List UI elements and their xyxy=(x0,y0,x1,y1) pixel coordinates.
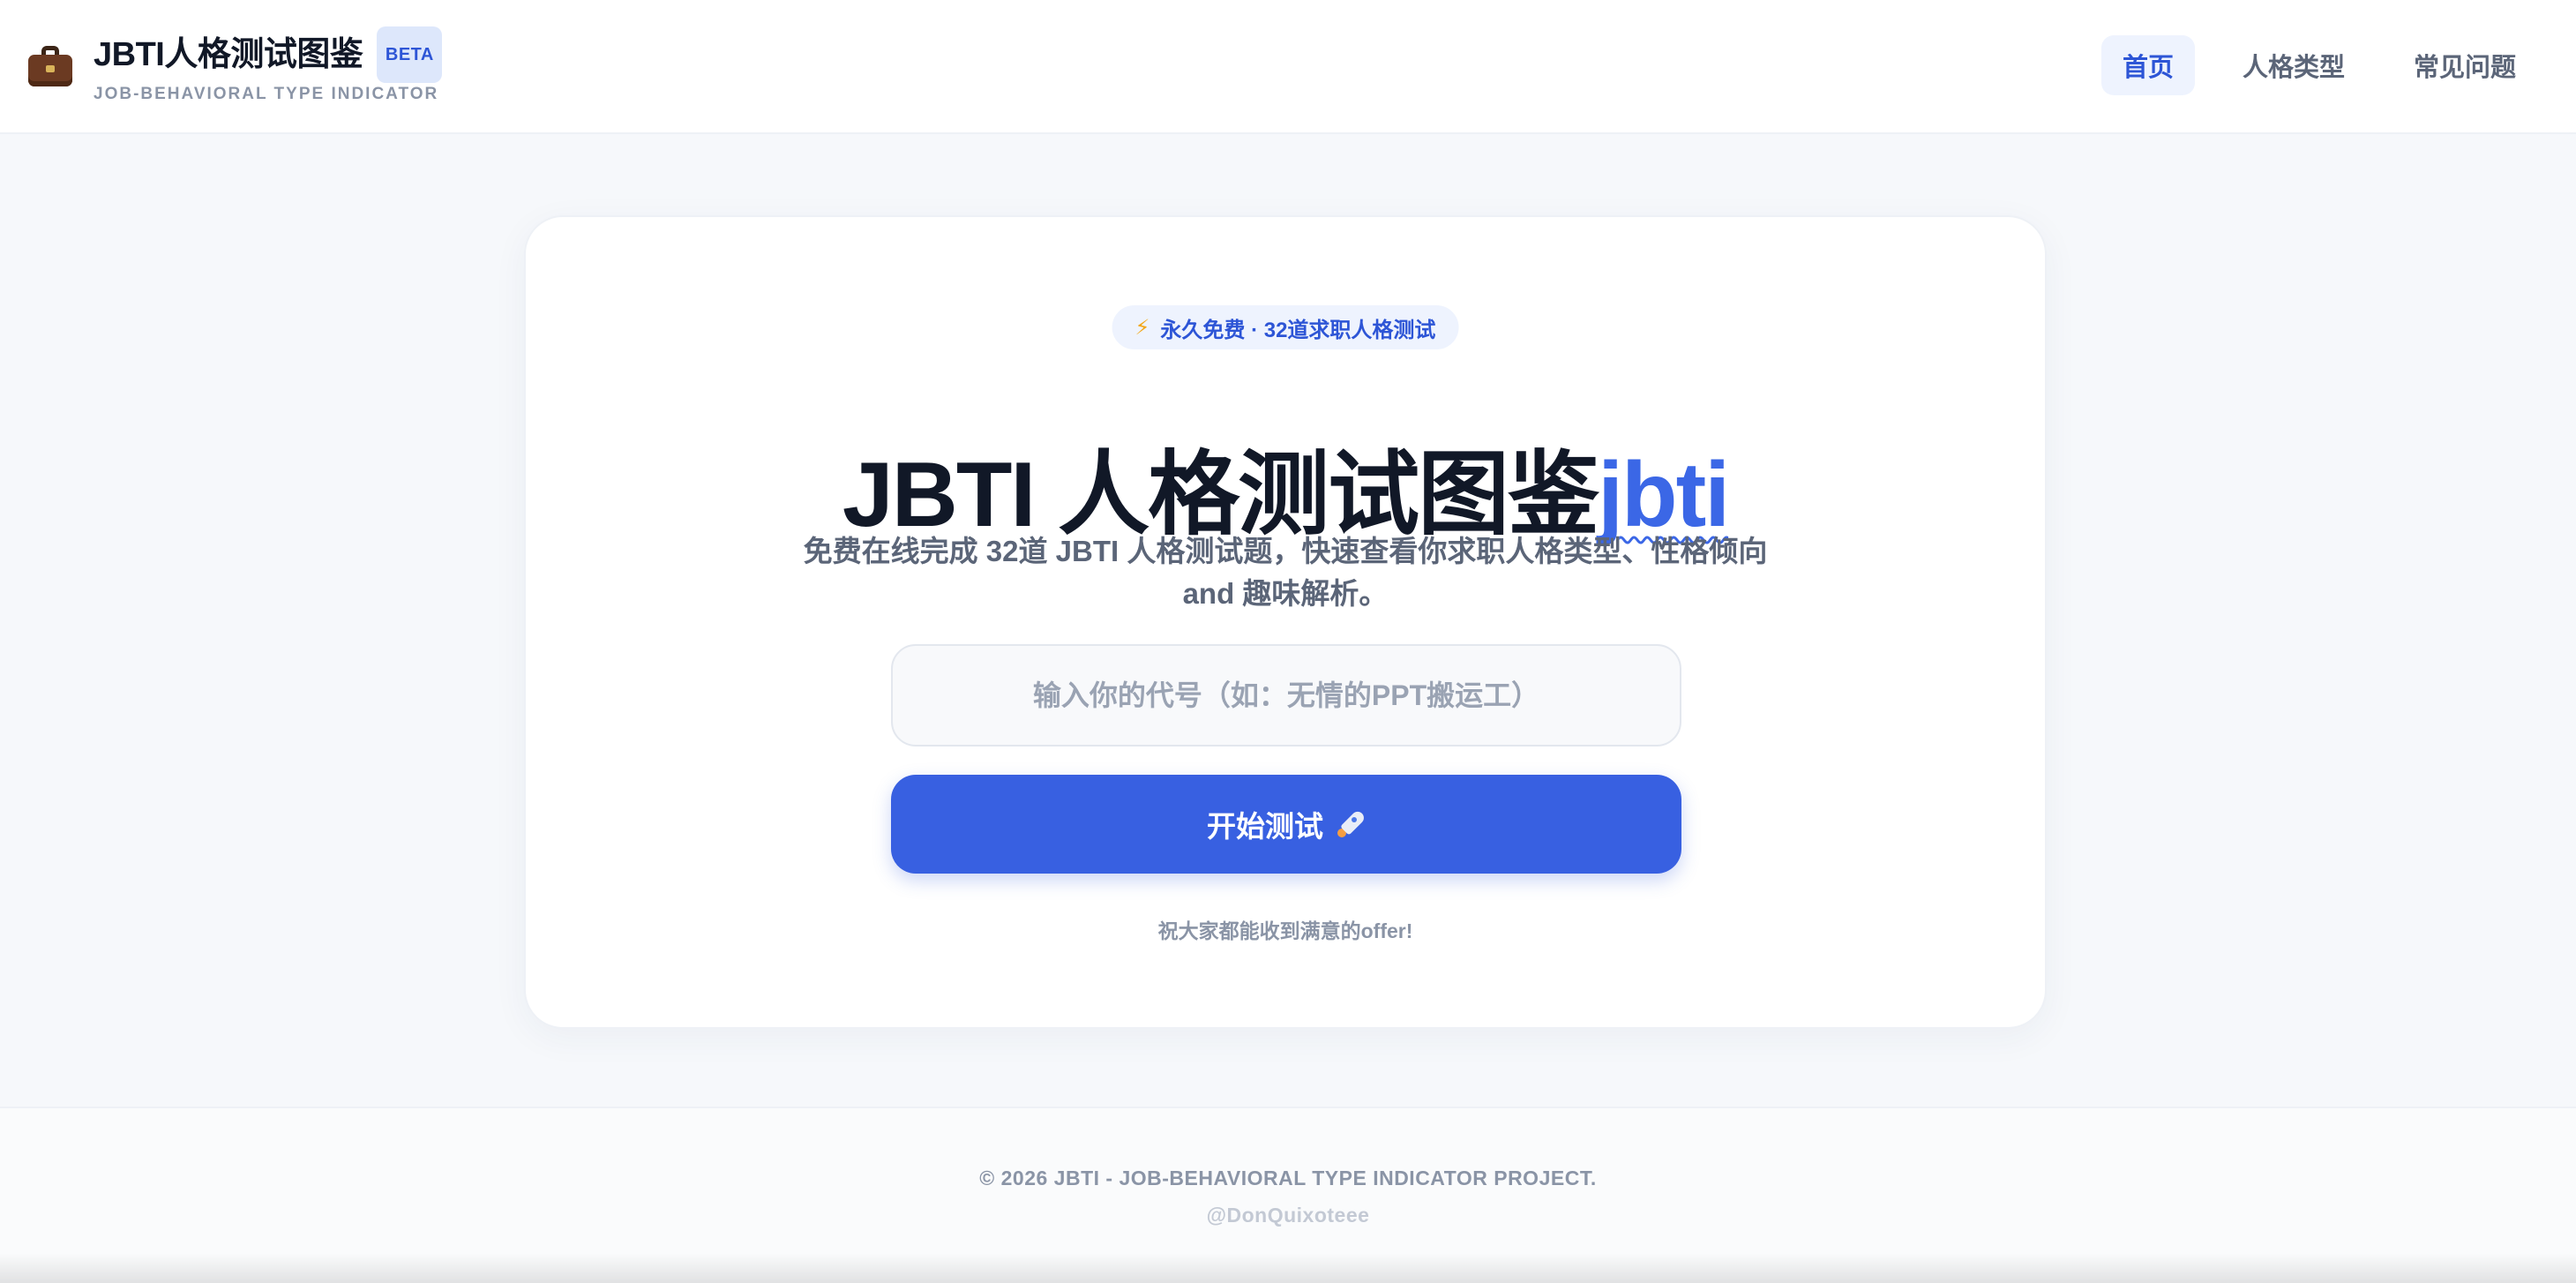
brand-title: JBTI人格测试图鉴 xyxy=(94,36,363,73)
briefcase-icon xyxy=(28,46,72,86)
start-test-label: 开始测试 xyxy=(1207,810,1323,843)
beta-badge: BETA xyxy=(377,26,443,83)
nav-item-home[interactable]: 首页 xyxy=(2100,35,2195,95)
free-badge: ⚡ 永久免费 · 32道求职人格测试 xyxy=(1112,305,1459,349)
wish-text: 祝大家都能收到满意的offer! xyxy=(1157,919,1413,942)
start-test-button[interactable]: 开始测试 xyxy=(891,775,1681,874)
brand-subtitle: JOB-BEHAVIORAL TYPE INDICATOR xyxy=(94,85,439,103)
footer: © 2026 JBTI - JOB-BEHAVIORAL TYPE INDICA… xyxy=(0,1107,2576,1283)
page-description: 免费在线完成 32道 JBTI 人格测试题，快速查看你求职人格类型、性格倾向 a… xyxy=(803,535,1768,610)
nav-item-personality-types[interactable]: 人格类型 xyxy=(2221,35,2366,95)
nav-item-faq[interactable]: 常见问题 xyxy=(2393,35,2537,95)
copyright-text: © 2026 JBTI - JOB-BEHAVIORAL TYPE INDICA… xyxy=(979,1167,1597,1189)
brand-row: JBTI人格测试图鉴 BETA xyxy=(94,26,443,83)
bottom-shadow xyxy=(0,1253,2576,1283)
free-badge-text: 永久免费 · 32道求职人格测试 xyxy=(1160,318,1436,342)
main-nav: 首页 人格类型 常见问题 xyxy=(2075,35,2537,95)
author-link[interactable]: @DonQuixoteee xyxy=(0,1204,2576,1227)
top-navbar: JBTI人格测试图鉴 BETA JOB-BEHAVIORAL TYPE INDI… xyxy=(0,0,2576,134)
brand-text: JBTI人格测试图鉴 BETA JOB-BEHAVIORAL TYPE INDI… xyxy=(94,26,443,104)
lightning-icon: ⚡ xyxy=(1134,315,1150,340)
nickname-input[interactable] xyxy=(891,644,1681,747)
hero-card: ⚡ 永久免费 · 32道求职人格测试 JBTI 人格测试图鉴jbti 免费在线完… xyxy=(524,215,2047,1029)
rocket-icon xyxy=(1336,808,1367,839)
brand[interactable]: JBTI人格测试图鉴 BETA JOB-BEHAVIORAL TYPE INDI… xyxy=(28,26,443,104)
